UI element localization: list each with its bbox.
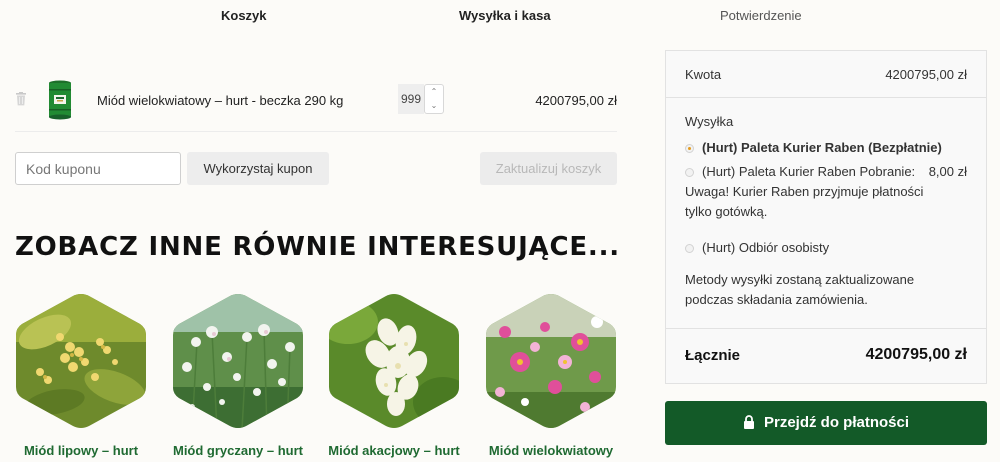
shipping-radio[interactable] xyxy=(685,244,694,253)
cod-warning-line1: Uwaga! Kurier Raben przyjmuje płatności xyxy=(685,184,924,199)
shipping-radio-selected[interactable] xyxy=(685,144,694,153)
related-product-card[interactable]: Miód akacjowy – hurt xyxy=(328,292,460,462)
shipping-option-cod[interactable]: (Hurt) Paleta Kurier Raben Pobranie: xyxy=(702,162,915,182)
apply-coupon-button[interactable]: Wykorzystaj kupon xyxy=(187,152,329,185)
lock-icon xyxy=(743,414,754,429)
cod-warning-line2: tylko gotówką. xyxy=(685,204,768,219)
update-cart-button[interactable]: Zaktualizuj koszyk xyxy=(480,152,617,185)
shipping-radio[interactable] xyxy=(685,168,694,177)
amount-label: Kwota xyxy=(685,67,722,82)
proceed-to-payment-label: Przejdź do płatności xyxy=(763,414,910,431)
shipping-label: Wysyłka xyxy=(685,114,734,129)
cart-item-row: Miód wielokwiatowy – hurt - beczka 290 k… xyxy=(15,76,617,132)
proceed-to-payment-button[interactable]: Przejdź do płatności xyxy=(665,401,987,445)
related-product-name[interactable]: Miód wielokwiatowy xyxy=(475,443,627,458)
related-product-name[interactable]: Miód gryczany – hurt xyxy=(162,443,314,458)
step-shipping[interactable]: Wysyłka i kasa xyxy=(459,8,551,23)
coupon-input[interactable] xyxy=(15,152,181,185)
product-image-acacia[interactable] xyxy=(328,292,460,430)
related-products-heading: ZOBACZ INNE RÓWNIE INTERESUJĄCE... xyxy=(15,232,620,262)
related-product-name[interactable]: Miód akacjowy – hurt xyxy=(318,443,470,458)
product-image-wildflowers[interactable] xyxy=(485,292,617,430)
cart-item-subtotal: 4200795,00 zł xyxy=(535,93,617,108)
related-products: Miód lipowy – hurt Miód gryczany – hurt … xyxy=(15,292,619,462)
product-image-buckwheat[interactable] xyxy=(172,292,304,430)
summary-amount-row: Kwota 4200795,00 zł xyxy=(666,51,986,98)
step-confirmation: Potwierdzenie xyxy=(720,8,802,23)
shipping-option-pickup[interactable]: (Hurt) Odbiór osobisty xyxy=(702,238,829,258)
checkout-steps: Koszyk Wysyłka i kasa Potwierdzenie xyxy=(0,0,1000,30)
related-product-name[interactable]: Miód lipowy – hurt xyxy=(5,443,157,458)
order-summary: Kwota 4200795,00 zł Wysyłka (Hurt) Palet… xyxy=(665,50,987,384)
shipping-option-free[interactable]: (Hurt) Paleta Kurier Raben (Bezpłatnie) xyxy=(702,138,942,158)
amount-value: 4200795,00 zł xyxy=(885,67,967,82)
quantity-stepper[interactable]: 999 ⌃ ⌄ xyxy=(398,84,445,114)
related-product-card[interactable]: Miód lipowy – hurt xyxy=(15,292,147,462)
product-image-linden[interactable] xyxy=(15,292,147,430)
total-label: Łącznie xyxy=(685,347,741,364)
cart-product-name[interactable]: Miód wielokwiatowy – hurt - beczka 290 k… xyxy=(97,93,343,108)
shipping-option-cod-price: 8,00 zł xyxy=(928,164,967,179)
chevron-up-icon[interactable]: ⌃ xyxy=(425,85,443,99)
chevron-down-icon[interactable]: ⌄ xyxy=(425,99,443,113)
step-cart[interactable]: Koszyk xyxy=(221,8,267,23)
quantity-input[interactable]: 999 xyxy=(398,84,424,114)
total-value: 4200795,00 zł xyxy=(865,346,967,363)
related-product-card[interactable]: Miód gryczany – hurt xyxy=(172,292,304,462)
trash-icon[interactable] xyxy=(15,92,27,106)
summary-total-row: Łącznie 4200795,00 zł xyxy=(666,329,986,383)
quantity-arrows[interactable]: ⌃ ⌄ xyxy=(424,84,444,114)
related-product-card[interactable]: Miód wielokwiatowy xyxy=(485,292,617,462)
shipping-note: Metody wysyłki zostaną zaktualizowane po… xyxy=(685,272,915,307)
shipping-section: Wysyłka (Hurt) Paleta Kurier Raben (Bezp… xyxy=(666,98,986,329)
product-thumbnail-barrel[interactable] xyxy=(47,80,73,120)
